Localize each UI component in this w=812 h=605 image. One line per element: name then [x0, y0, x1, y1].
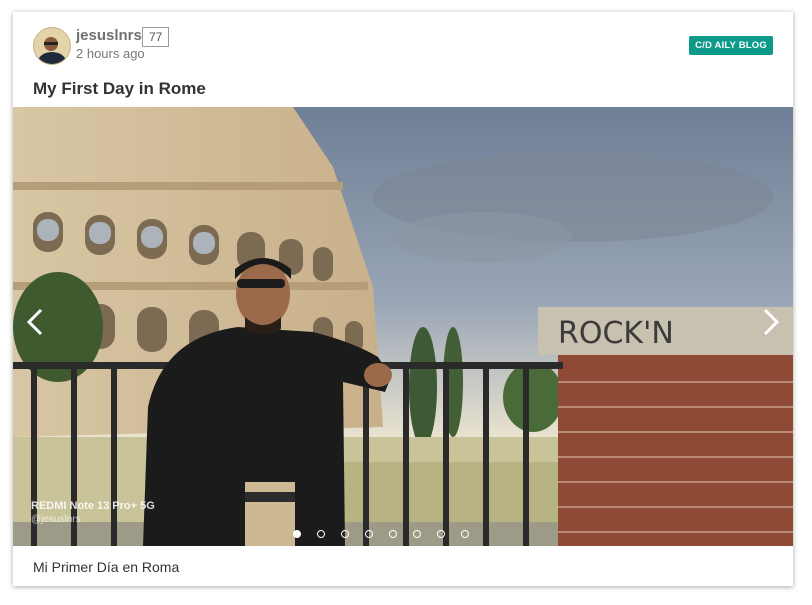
avatar[interactable]: [33, 27, 71, 65]
post-caption: Mi Primer Día en Roma: [33, 559, 180, 575]
post-photo[interactable]: ROCK'N REDMI Note 13 Pro+ 5G @jesuslnrs: [13, 107, 793, 546]
carousel-dot[interactable]: [293, 530, 301, 538]
carousel-prev-button[interactable]: [21, 307, 51, 337]
carousel-dot[interactable]: [413, 530, 421, 538]
username[interactable]: jesuslnrs: [76, 27, 142, 44]
photo-watermark: REDMI Note 13 Pro+ 5G @jesuslnrs: [31, 499, 155, 527]
carousel-dot[interactable]: [341, 530, 349, 538]
chevron-left-icon: [26, 308, 43, 336]
post-card: jesuslnrs 77 2 hours ago C/D AILY BLOG M…: [13, 12, 793, 586]
carousel-dot[interactable]: [437, 530, 445, 538]
chevron-right-icon: [763, 308, 780, 336]
post-title[interactable]: My First Day in Rome: [33, 79, 206, 99]
carousel-dot[interactable]: [461, 530, 469, 538]
carousel-dot[interactable]: [317, 530, 325, 538]
carousel-dots: [293, 530, 469, 542]
watermark-handle: @jesuslnrs: [31, 514, 81, 525]
community-badge[interactable]: C/D AILY BLOG: [689, 36, 773, 55]
carousel-dot[interactable]: [365, 530, 373, 538]
graffiti-text: ROCK'N: [558, 316, 674, 351]
carousel-next-button[interactable]: [755, 307, 785, 337]
post-header: jesuslnrs 77 2 hours ago C/D AILY BLOG M…: [13, 12, 793, 107]
watermark-device: REDMI Note 13 Pro+ 5G: [31, 500, 155, 512]
reputation-badge: 77: [142, 27, 170, 47]
post-timestamp[interactable]: 2 hours ago: [76, 46, 145, 61]
carousel-dot[interactable]: [389, 530, 397, 538]
